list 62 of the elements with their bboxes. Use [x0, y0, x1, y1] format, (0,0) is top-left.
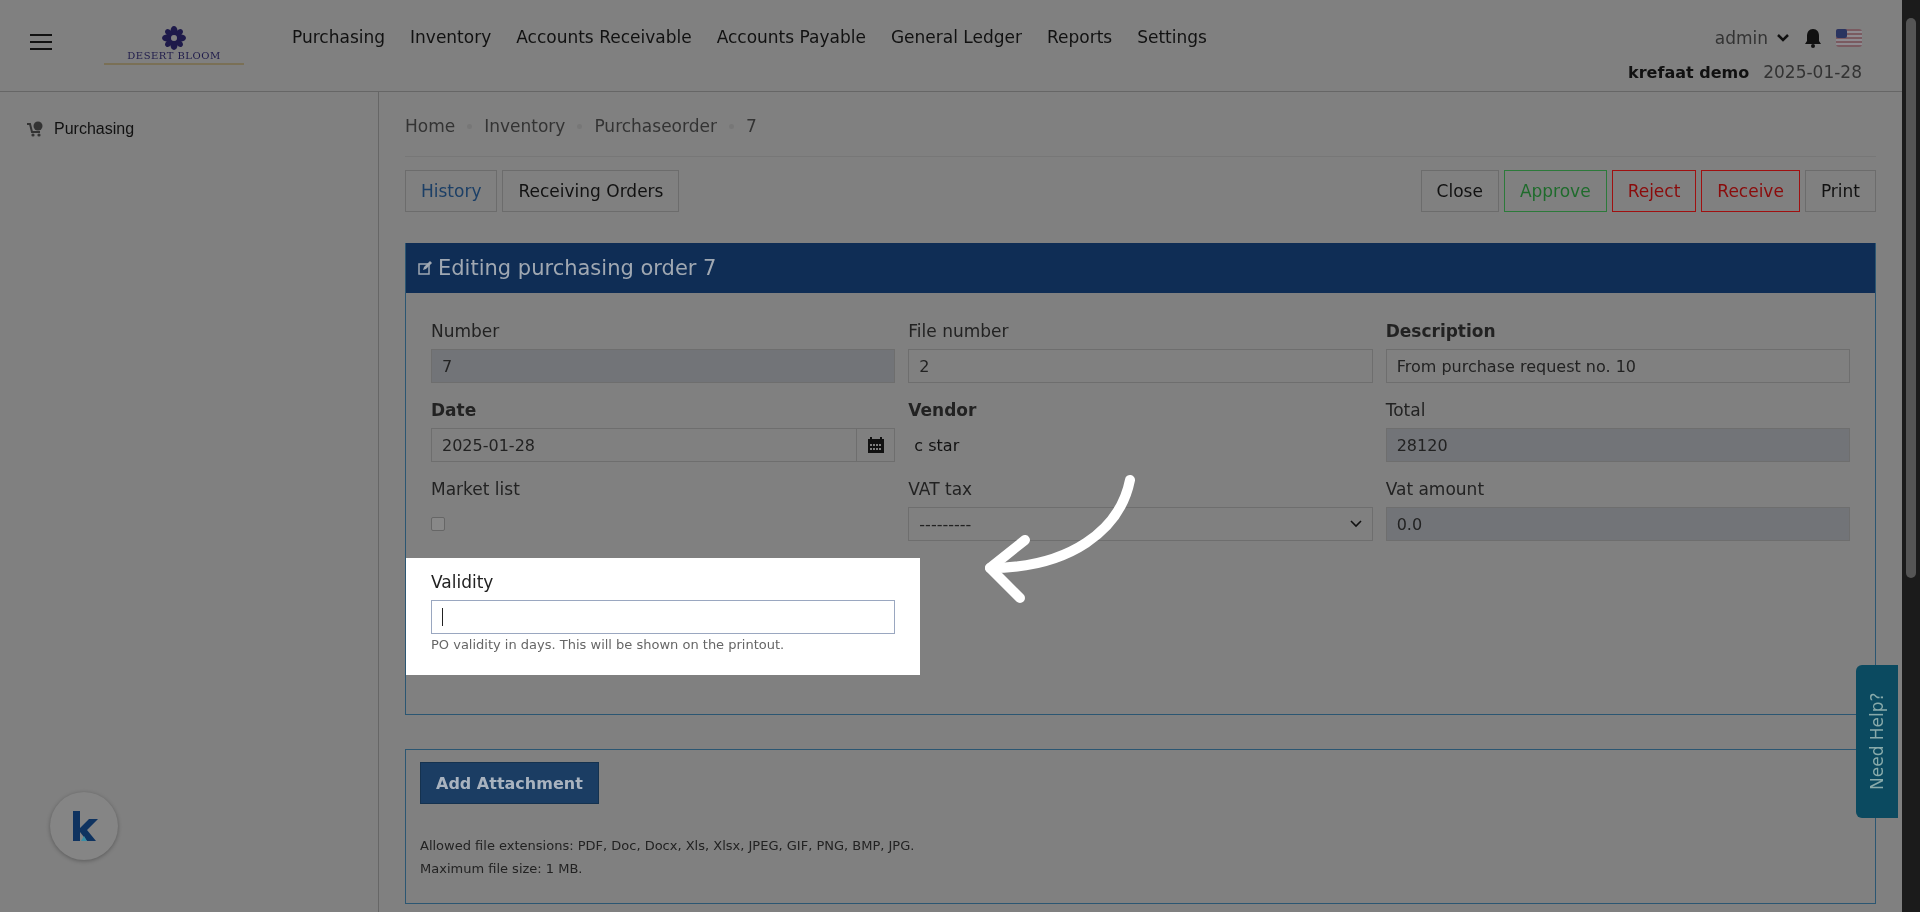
checkbox[interactable] — [431, 517, 445, 531]
panel-title: Editing purchasing order 7 — [438, 256, 717, 280]
calendar-button[interactable] — [857, 428, 896, 462]
flag-icon[interactable] — [1836, 29, 1862, 47]
field-label: Number — [431, 321, 501, 341]
bell-icon[interactable] — [1804, 28, 1822, 48]
field-label: Description — [1385, 321, 1497, 341]
tab[interactable]: History — [405, 170, 498, 212]
sidebar-item[interactable]: Purchasing — [26, 120, 378, 138]
field-label: Validity — [431, 572, 495, 592]
nav-link[interactable]: Purchasing — [292, 27, 386, 47]
tab[interactable]: Receiving Orders — [502, 170, 680, 212]
cart-icon — [26, 120, 44, 138]
field-label: Vat amount — [1385, 479, 1486, 499]
field-label: Market list — [431, 479, 521, 499]
scrollbar[interactable] — [1902, 0, 1920, 912]
nav-link[interactable]: Settings — [1137, 27, 1207, 47]
field-label: File number — [908, 321, 1010, 341]
input-field[interactable]: From purchase request no. 10 — [1385, 349, 1850, 383]
input-field[interactable] — [431, 600, 896, 634]
input-field[interactable]: 28120 — [1385, 428, 1850, 462]
current-date: 2025-01-28 — [1763, 62, 1862, 82]
nav-link[interactable]: Accounts Receivable — [516, 27, 692, 47]
calendar-icon — [866, 436, 885, 454]
field-label: Vendor — [908, 400, 978, 420]
nav-link[interactable]: Inventory — [410, 27, 492, 47]
chevron-down-icon — [1349, 520, 1362, 528]
date-field[interactable]: 2025-01-28 — [431, 428, 858, 462]
note-text: Allowed file extensions: PDF, Doc, Docx, Xls, Xlsx, JPEG, GIF, PNG, BMP, JPG. — [420, 838, 916, 853]
breadcrumb-item[interactable]: 7 — [745, 116, 757, 136]
menu-icon — [30, 34, 52, 50]
scrollbar-thumb[interactable] — [1906, 18, 1916, 578]
note-text: Maximum file size: 1 MB. — [420, 861, 584, 876]
select-field[interactable]: --------- — [908, 507, 1373, 541]
field-label: Date — [431, 400, 478, 420]
field-value: c star — [913, 434, 961, 457]
text-cursor — [442, 608, 443, 626]
chat-widget-button[interactable] — [50, 792, 118, 860]
input-field[interactable]: 7 — [431, 349, 896, 383]
input-field[interactable]: 2 — [908, 349, 1373, 383]
action-button[interactable]: Reject — [1611, 170, 1697, 212]
user-menu[interactable]: admin — [1714, 28, 1790, 48]
company-name: krefaat demo — [1628, 62, 1750, 82]
action-button[interactable]: Close — [1420, 170, 1499, 212]
field-label: VAT tax — [908, 479, 974, 499]
add-attachment-button[interactable]: Add Attachment — [420, 762, 599, 804]
edit-icon — [418, 261, 432, 275]
logo-text: DESERT BLOOM — [127, 50, 221, 61]
breadcrumb-item[interactable]: Purchaseorder — [594, 116, 717, 136]
help-tab[interactable]: Need Help? — [1856, 665, 1898, 818]
flower-logo-icon — [161, 26, 187, 50]
nav-link[interactable]: General Ledger — [890, 27, 1022, 47]
nav-link[interactable]: Reports — [1046, 27, 1113, 47]
chevron-down-icon — [1776, 33, 1790, 43]
breadcrumb-item[interactable]: Home — [405, 116, 456, 136]
nav-link[interactable]: Accounts Payable — [716, 27, 866, 47]
action-button[interactable]: Receive — [1701, 170, 1800, 212]
input-field[interactable]: 0.0 — [1385, 507, 1850, 541]
action-button[interactable]: Print — [1804, 170, 1876, 212]
help-text: PO validity in days. This will be shown on the printout. — [431, 637, 786, 652]
field-label: Total — [1385, 400, 1427, 420]
breadcrumb-item[interactable]: Inventory — [484, 116, 566, 136]
